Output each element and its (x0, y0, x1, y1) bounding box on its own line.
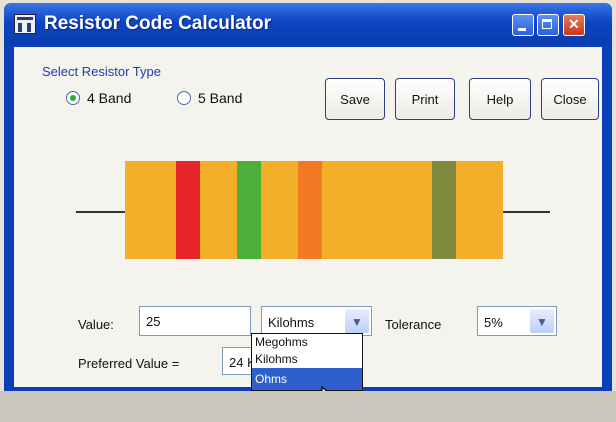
resistor-type-label: Select Resistor Type (42, 64, 161, 79)
radio-4-band[interactable]: 4 Band (66, 90, 131, 106)
radio-4-band-indicator[interactable] (66, 91, 80, 105)
radio-5-band[interactable]: 5 Band (177, 90, 242, 106)
radio-5-band-indicator[interactable] (177, 91, 191, 105)
maximize-button[interactable] (537, 14, 559, 36)
unit-dropdown-list[interactable]: Megohms Kilohms Ohms (251, 333, 363, 391)
resistor-lead-right (502, 211, 550, 213)
unit-select-value: Kilohms (268, 315, 315, 330)
band-4 (432, 161, 456, 259)
unit-option-megohms[interactable]: Megohms (252, 334, 362, 351)
title-bar[interactable]: Resistor Code Calculator (4, 3, 612, 45)
tolerance-label: Tolerance (385, 317, 442, 332)
window-title: Resistor Code Calculator (44, 13, 271, 34)
band-3 (298, 161, 322, 259)
band-2 (237, 161, 261, 259)
tolerance-select-value: 5% (484, 315, 503, 330)
resistor-body (125, 161, 503, 259)
close-window-button[interactable] (563, 14, 585, 36)
chevron-down-icon[interactable]: ▼ (530, 309, 554, 333)
chevron-down-icon[interactable]: ▼ (345, 309, 369, 333)
app-icon[interactable] (14, 14, 36, 34)
tolerance-select[interactable]: 5% ▼ (477, 306, 557, 336)
unit-select[interactable]: Kilohms ▼ (261, 306, 372, 336)
value-label: Value: (78, 317, 114, 332)
value-input[interactable]: 25 (139, 306, 251, 336)
band-1 (176, 161, 200, 259)
close-button[interactable]: Close (541, 78, 599, 120)
radio-5-band-label: 5 Band (198, 90, 243, 106)
help-button[interactable]: Help (469, 78, 531, 120)
radio-4-band-label: 4 Band (87, 90, 132, 106)
save-button[interactable]: Save (325, 78, 385, 120)
minimize-button[interactable] (512, 14, 534, 36)
taskbar (0, 391, 616, 422)
resistor-lead-left (76, 211, 126, 213)
print-button[interactable]: Print (395, 78, 455, 120)
preferred-value-label: Preferred Value = (78, 356, 180, 371)
unit-option-ohms[interactable]: Ohms (252, 368, 362, 390)
unit-option-kilohms[interactable]: Kilohms (252, 351, 362, 368)
